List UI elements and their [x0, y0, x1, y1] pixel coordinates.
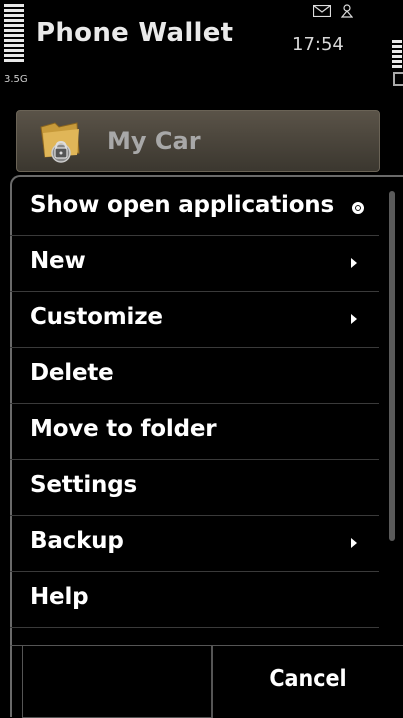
app-title: Phone Wallet [36, 18, 234, 48]
menu-item-show-open-applications[interactable]: Show open applications [10, 180, 379, 236]
menu-item-settings[interactable]: Settings [10, 460, 379, 516]
keylock-icon [393, 72, 403, 86]
radio-icon [352, 202, 364, 214]
menu-item-label: Help [30, 584, 89, 610]
cancel-label: Cancel [269, 666, 347, 692]
message-icon [313, 5, 331, 17]
profile-icon [341, 4, 353, 18]
submenu-arrow-icon [351, 314, 357, 324]
menu-item-backup[interactable]: Backup [10, 516, 379, 572]
submenu-arrow-icon [351, 538, 357, 548]
menu-item-help[interactable]: Help [10, 572, 379, 628]
menu-item-delete[interactable]: Delete [10, 348, 379, 404]
locked-folder-icon [40, 122, 80, 163]
menu-item-new[interactable]: New [10, 236, 379, 292]
menu-item-label: Settings [30, 472, 137, 498]
menu-item-label: Delete [30, 360, 114, 386]
menu-item-label: Customize [30, 304, 163, 330]
network-type: 3.5G [4, 74, 28, 85]
menu-item-move-to-folder[interactable]: Move to folder [10, 404, 379, 460]
menu-item-label: New [30, 248, 86, 274]
menu-item-label: Backup [30, 528, 124, 554]
list-item-label: My Car [107, 127, 201, 155]
cancel-softkey[interactable]: Cancel [212, 646, 403, 718]
battery-icon [392, 40, 402, 70]
left-softkey[interactable] [22, 646, 212, 718]
submenu-arrow-icon [351, 258, 357, 268]
menu-item-label: Show open applications [30, 192, 334, 218]
menu-item-customize[interactable]: Customize [10, 292, 379, 348]
menu-scrollbar[interactable] [389, 191, 395, 541]
list-item-my-car[interactable]: My Car [16, 110, 380, 172]
menu-item-label: Move to folder [30, 416, 217, 442]
softkey-bar: Cancel [10, 645, 403, 718]
clock: 17:54 [292, 34, 344, 55]
signal-strength-icon [4, 4, 24, 66]
